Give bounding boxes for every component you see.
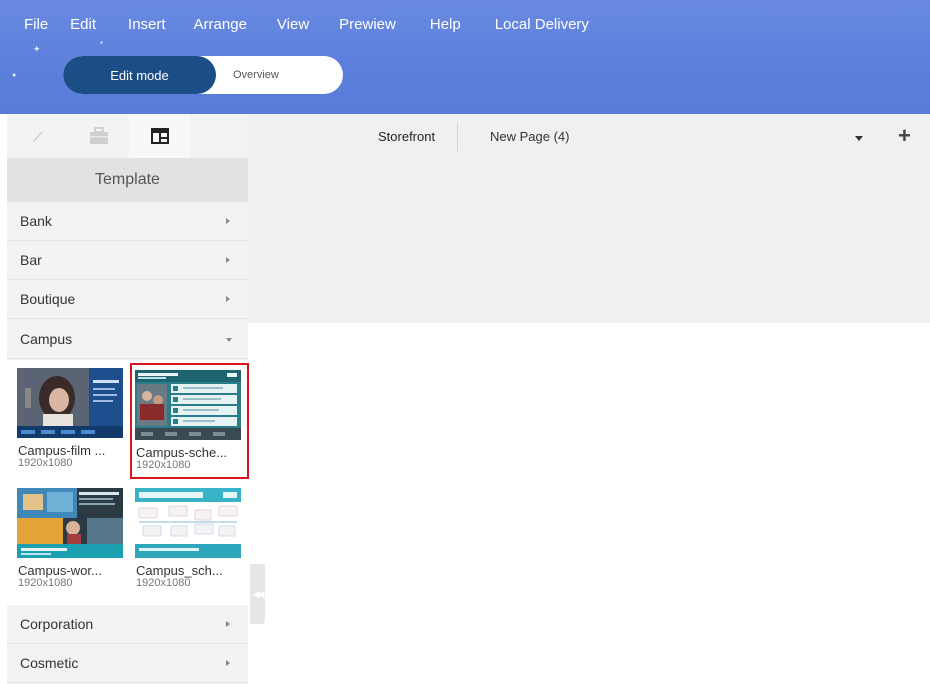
template-grid: Campus-film ... 1920x1080 Campus-sche...… (7, 360, 249, 605)
template-card[interactable]: Campus-wor... 1920x1080 (14, 483, 129, 595)
template-resolution: 1920x1080 (18, 457, 73, 469)
template-card[interactable]: Campus-film ... 1920x1080 (14, 363, 129, 475)
double-chevron-left-icon: ◀◀ (252, 588, 265, 599)
category-label: Campus (20, 331, 73, 347)
template-resolution: 1920x1080 (136, 577, 191, 589)
template-card-selected[interactable]: Campus-sche... 1920x1080 (130, 363, 249, 479)
tool-tabs (7, 114, 248, 158)
template-resolution: 1920x1080 (136, 459, 191, 471)
category-label: Corporation (20, 616, 94, 632)
template-name: Campus-wor... (18, 563, 102, 578)
category-boutique[interactable]: Boutique (7, 280, 248, 319)
tab-storefront[interactable]: Storefront (378, 129, 435, 144)
mode-toggle: Edit mode Overview (63, 56, 343, 94)
sidebar-collapse-handle[interactable]: ◀◀ (250, 564, 265, 624)
briefcase-icon (89, 127, 108, 144)
template-name: Campus_sch... (136, 563, 223, 578)
template-thumbnail (135, 488, 241, 558)
template-resolution: 1920x1080 (18, 577, 73, 589)
chevron-down-icon (226, 338, 232, 342)
menu-insert[interactable]: Insert (128, 6, 166, 33)
category-bar[interactable]: Bar (7, 241, 248, 280)
template-heading: Template (7, 158, 248, 202)
menu-file[interactable]: File (24, 6, 48, 33)
sparkle-decoration: ● (100, 40, 104, 46)
menu-local-delivery[interactable]: Local Delivery (495, 6, 589, 33)
page-tabs-panel: Storefront New Page (4) + (248, 114, 930, 323)
chevron-right-icon (226, 218, 230, 224)
chevron-right-icon (226, 257, 230, 263)
template-layout-icon (150, 128, 169, 144)
menu-preview[interactable]: Prewiew (339, 6, 396, 33)
chevron-right-icon (226, 660, 230, 666)
pencil-icon (32, 131, 43, 142)
template-thumbnail (17, 368, 123, 438)
tab-pencil[interactable] (7, 114, 68, 158)
category-label: Boutique (20, 291, 76, 307)
tab-template[interactable] (129, 114, 190, 158)
category-campus[interactable]: Campus (7, 320, 248, 359)
menu-arrange[interactable]: Arrange (194, 6, 247, 33)
plus-icon[interactable]: + (898, 125, 911, 147)
category-label: Bar (20, 252, 42, 268)
menu-edit[interactable]: Edit (70, 6, 96, 33)
menu-help[interactable]: Help (430, 6, 461, 33)
template-thumbnail (17, 488, 123, 558)
menu-view[interactable]: View (277, 6, 309, 33)
menu-bar: File Edit Insert Arrange View Prewiew He… (0, 0, 589, 40)
chevron-right-icon (226, 621, 230, 627)
category-corporation[interactable]: Corporation (7, 605, 248, 644)
template-name: Campus-sche... (136, 445, 228, 460)
category-bank[interactable]: Bank (7, 202, 248, 241)
template-card[interactable]: Campus_sch... 1920x1080 (132, 483, 247, 595)
page-tabs: Storefront New Page (4) + (248, 114, 930, 160)
overview-button[interactable]: Overview (233, 56, 279, 94)
category-cosmetic[interactable]: Cosmetic (7, 644, 248, 683)
caret-down-icon[interactable] (855, 136, 863, 141)
template-sidebar: Template Bank Bar Boutique Campus Campus… (7, 114, 249, 684)
edit-mode-button[interactable]: Edit mode (63, 56, 216, 94)
chevron-right-icon (226, 296, 230, 302)
category-label: Cosmetic (20, 655, 79, 671)
tab-briefcase[interactable] (68, 114, 129, 158)
sparkle-decoration: ✦ (33, 44, 41, 54)
tab-divider (457, 123, 458, 151)
category-label: Bank (20, 213, 52, 229)
app-header: File Edit Insert Arrange View Prewiew He… (0, 0, 930, 114)
tab-new-page[interactable]: New Page (4) (490, 129, 569, 144)
sparkle-decoration: ● (12, 72, 17, 79)
template-name: Campus-film ... (18, 443, 106, 458)
template-thumbnail (135, 370, 241, 440)
